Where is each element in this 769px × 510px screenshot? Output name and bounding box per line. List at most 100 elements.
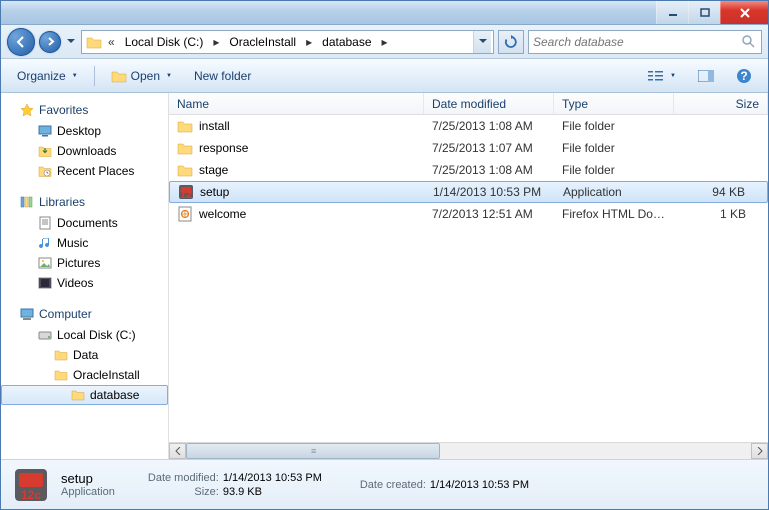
documents-icon [37, 215, 53, 231]
history-dropdown[interactable] [65, 32, 77, 52]
minimize-button[interactable] [656, 1, 688, 24]
back-button[interactable] [7, 28, 35, 56]
recent-icon [37, 163, 53, 179]
scroll-track[interactable]: ≡ [186, 443, 751, 459]
file-row[interactable]: stage7/25/2013 1:08 AMFile folder [169, 159, 768, 181]
file-size: 94 KB [675, 185, 767, 199]
crumb-overflow[interactable]: « [104, 35, 119, 49]
help-icon: ? [736, 68, 752, 84]
search-box[interactable] [528, 30, 762, 54]
address-bar: « Local Disk (C:)▸ OracleInstall▸ databa… [1, 25, 768, 59]
svg-text:?: ? [740, 69, 747, 83]
file-date: 1/14/2013 10:53 PM [425, 185, 555, 199]
nav-label: database [90, 388, 139, 402]
nav-videos[interactable]: Videos [1, 273, 168, 293]
nav-recent-places[interactable]: Recent Places [1, 161, 168, 181]
organize-button[interactable]: Organize▼ [9, 65, 86, 87]
title-bar[interactable] [1, 1, 768, 25]
desktop-icon [37, 123, 53, 139]
file-date: 7/2/2013 12:51 AM [424, 207, 554, 221]
svg-text:12: 12 [179, 187, 193, 200]
nav-label: Pictures [57, 256, 100, 270]
folder-icon [70, 387, 86, 403]
file-list[interactable]: install7/25/2013 1:08 AMFile folderrespo… [169, 115, 768, 442]
scroll-right-button[interactable] [751, 443, 768, 459]
file-row[interactable]: install7/25/2013 1:08 AMFile folder [169, 115, 768, 137]
view-options-button[interactable]: ▼ [640, 64, 684, 88]
file-row[interactable]: response7/25/2013 1:07 AMFile folder [169, 137, 768, 159]
folder-icon [53, 347, 69, 363]
nav-desktop[interactable]: Desktop [1, 121, 168, 141]
new-folder-button[interactable]: New folder [186, 65, 259, 87]
explorer-window: « Local Disk (C:)▸ OracleInstall▸ databa… [0, 0, 769, 510]
chevron-right-icon[interactable]: ▸ [209, 35, 223, 49]
file-row[interactable]: welcome7/2/2013 12:51 AMFirefox HTML Doc… [169, 203, 768, 225]
horizontal-scrollbar[interactable]: ≡ [169, 442, 768, 459]
nav-label: Data [73, 348, 98, 362]
folder-icon [53, 367, 69, 383]
nav-local-disk-c[interactable]: Local Disk (C:) [1, 325, 168, 345]
crumb-oracleinstall[interactable]: OracleInstall [223, 35, 302, 49]
forward-button[interactable] [39, 31, 61, 53]
breadcrumb-bar[interactable]: « Local Disk (C:)▸ OracleInstall▸ databa… [81, 30, 494, 54]
file-name: install [199, 119, 230, 133]
chevron-right-icon[interactable]: ▸ [378, 35, 392, 49]
nav-documents[interactable]: Documents [1, 213, 168, 233]
column-header-size[interactable]: Size [674, 93, 768, 114]
details-subtitle: Application [61, 486, 115, 498]
libraries-header[interactable]: Libraries [1, 191, 168, 213]
chevron-right-icon[interactable]: ▸ [302, 35, 316, 49]
nav-database[interactable]: database [1, 385, 168, 405]
preview-pane-button[interactable] [690, 64, 722, 88]
file-type: File folder [554, 141, 674, 155]
nav-label: Downloads [57, 144, 116, 158]
crumb-local-disk[interactable]: Local Disk (C:) [119, 35, 210, 49]
maximize-button[interactable] [688, 1, 720, 24]
nav-pictures[interactable]: Pictures [1, 253, 168, 273]
nav-downloads[interactable]: Downloads [1, 141, 168, 161]
file-name: stage [199, 163, 228, 177]
nav-label: OracleInstall [73, 368, 140, 382]
refresh-button[interactable] [498, 30, 524, 54]
drive-icon [37, 327, 53, 343]
search-input[interactable] [533, 35, 741, 49]
view-icon [648, 68, 664, 84]
nav-label: Local Disk (C:) [57, 328, 136, 342]
libraries-icon [19, 194, 35, 210]
command-bar: Organize▼ Open▼ New folder ▼ ? [1, 59, 768, 93]
column-header-name[interactable]: Name [169, 93, 424, 114]
body: Favorites Desktop Downloads Recent Place… [1, 93, 768, 459]
music-icon [37, 235, 53, 251]
folder-icon [177, 140, 193, 156]
help-button[interactable]: ? [728, 64, 760, 88]
scroll-thumb[interactable]: ≡ [186, 443, 440, 459]
search-icon[interactable] [741, 34, 757, 50]
favorites-header[interactable]: Favorites [1, 99, 168, 121]
html-icon [177, 206, 193, 222]
pictures-icon [37, 255, 53, 271]
file-row[interactable]: 12setup1/14/2013 10:53 PMApplication94 K… [169, 181, 768, 203]
open-button[interactable]: Open▼ [103, 64, 180, 88]
scroll-left-button[interactable] [169, 443, 186, 459]
file-date: 7/25/2013 1:08 AM [424, 163, 554, 177]
open-icon [111, 68, 127, 84]
nav-oracleinstall[interactable]: OracleInstall [1, 365, 168, 385]
column-header-type[interactable]: Type [554, 93, 674, 114]
file-type: Application [555, 185, 675, 199]
preview-pane-icon [698, 68, 714, 84]
address-history-dropdown[interactable] [473, 31, 491, 53]
setup-icon: 12 [178, 184, 194, 200]
nav-label: Documents [57, 216, 118, 230]
navigation-pane[interactable]: Favorites Desktop Downloads Recent Place… [1, 93, 169, 459]
nav-data[interactable]: Data [1, 345, 168, 365]
computer-header[interactable]: Computer [1, 303, 168, 325]
column-header-date[interactable]: Date modified [424, 93, 554, 114]
nav-label: Libraries [39, 195, 85, 209]
nav-music[interactable]: Music [1, 233, 168, 253]
details-size-label: Size: [139, 486, 219, 498]
file-name: response [199, 141, 248, 155]
nav-label: Music [57, 236, 88, 250]
crumb-database[interactable]: database [316, 35, 377, 49]
details-date-modified-label: Date modified: [139, 472, 219, 484]
close-button[interactable] [720, 1, 768, 24]
